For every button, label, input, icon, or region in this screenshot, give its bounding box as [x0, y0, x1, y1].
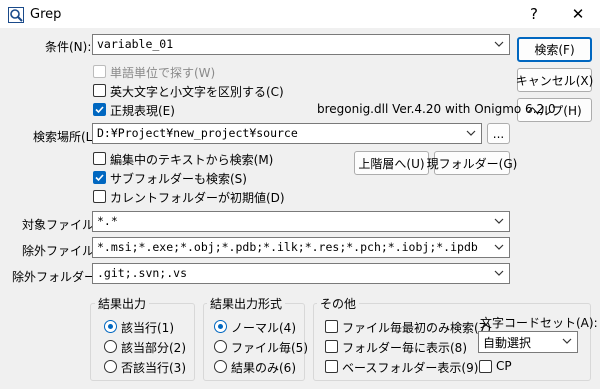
result-output-radio-matching-line[interactable] [104, 320, 117, 333]
include-subfolders-label: サブフォルダーも検索(S) [110, 172, 247, 186]
result-format-radio-normal[interactable] [214, 320, 227, 333]
result-output-title: 結果出力 [95, 295, 150, 312]
chevron-down-icon [494, 270, 504, 276]
other-options-title: その他 [317, 295, 360, 312]
other-option-label: ファイル毎最初のみ検索(7) [342, 321, 491, 335]
chevron-down-icon [494, 244, 504, 250]
result-output-label: 該当行(1) [121, 321, 174, 335]
cp-label: CP [496, 359, 512, 373]
other-option-label: ベースフォルダー表示(9) [342, 361, 479, 375]
result-format-label: ノーマル(4) [231, 321, 296, 335]
search-location-value: D:¥Project¥new_project¥source [97, 126, 298, 140]
current-folder-initial-checkbox[interactable] [93, 190, 106, 203]
cancel-button[interactable]: キャンセル(X) [516, 68, 593, 92]
from-editing-text-checkbox[interactable] [93, 152, 106, 165]
include-subfolders-checkbox[interactable] [93, 171, 106, 184]
result-output-label: 否該当行(3) [121, 361, 186, 375]
charset-select[interactable]: 自動選択 [478, 331, 578, 353]
grep-app-icon [8, 7, 24, 23]
word-unit-label: 単語単位で探す(W) [110, 66, 216, 80]
charset-label: 文字コードセット(A): [480, 316, 598, 330]
result-output-radio-matching-part[interactable] [104, 340, 117, 353]
help-title-button[interactable]: ? [512, 0, 556, 28]
chevron-down-icon [562, 338, 572, 344]
target-file-input[interactable]: *.* [92, 211, 510, 232]
from-editing-text-label: 編集中のテキストから検索(M) [110, 153, 274, 167]
result-format-label: ファイル毎(5) [231, 341, 308, 355]
up-folder-button[interactable]: 上階層へ(U) [354, 151, 429, 175]
first-match-per-file-checkbox[interactable] [325, 320, 338, 333]
result-format-label: 結果のみ(6) [231, 361, 296, 375]
word-unit-checkbox [93, 65, 106, 78]
show-per-folder-checkbox[interactable] [325, 340, 338, 353]
window-title: Grep [30, 7, 62, 22]
condition-value: variable_01 [97, 37, 174, 51]
result-format-radio-results-only[interactable] [214, 360, 227, 373]
checkmark-icon [95, 174, 104, 182]
condition-label: 条件(N): [45, 40, 92, 54]
current-folder-button[interactable]: 現フォルダー(G) [427, 151, 517, 175]
exclude-file-input[interactable]: *.msi;*.exe;*.obj;*.pdb;*.ilk;*.res;*.pc… [92, 237, 510, 258]
regex-engine-info: bregonig.dll Ver.4.20 with Onigmo 6.2.0 [317, 102, 556, 116]
exclude-folder-value: .git;.svn;.vs [97, 266, 188, 280]
search-location-label: 検索場所(L): [33, 130, 102, 144]
regex-checkbox[interactable] [93, 103, 106, 116]
regex-label: 正規表現(E) [110, 104, 175, 118]
show-base-folder-checkbox[interactable] [325, 360, 338, 373]
target-file-value: *.* [97, 214, 118, 228]
other-option-label: フォルダー毎に表示(8) [342, 341, 467, 355]
result-format-radio-per-file[interactable] [214, 340, 227, 353]
browse-folder-button[interactable]: ... [487, 123, 510, 144]
chevron-down-icon [494, 218, 504, 224]
search-location-input[interactable]: D:¥Project¥new_project¥source [92, 123, 482, 144]
title-bar [0, 0, 600, 28]
exclude-file-value: *.msi;*.exe;*.obj;*.pdb;*.ilk;*.res;*.pc… [97, 240, 478, 254]
current-folder-initial-label: カレントフォルダーが初期値(D) [110, 191, 285, 205]
case-sensitive-label: 英大文字と小文字を区別する(C) [110, 85, 284, 99]
charset-value: 自動選択 [483, 336, 532, 350]
cp-checkbox[interactable] [479, 360, 492, 373]
result-output-label: 該当部分(2) [121, 341, 186, 355]
case-sensitive-checkbox[interactable] [93, 84, 106, 97]
close-window-button[interactable]: ✕ [556, 0, 600, 28]
chevron-down-icon [494, 41, 504, 47]
result-format-title: 結果出力形式 [207, 295, 286, 312]
checkmark-icon [95, 106, 104, 114]
exclude-folder-input[interactable]: .git;.svn;.vs [92, 263, 510, 284]
chevron-down-icon [466, 130, 476, 136]
condition-input[interactable]: variable_01 [92, 34, 510, 55]
result-output-radio-non-matching-line[interactable] [104, 360, 117, 373]
search-button[interactable]: 検索(F) [517, 37, 592, 62]
